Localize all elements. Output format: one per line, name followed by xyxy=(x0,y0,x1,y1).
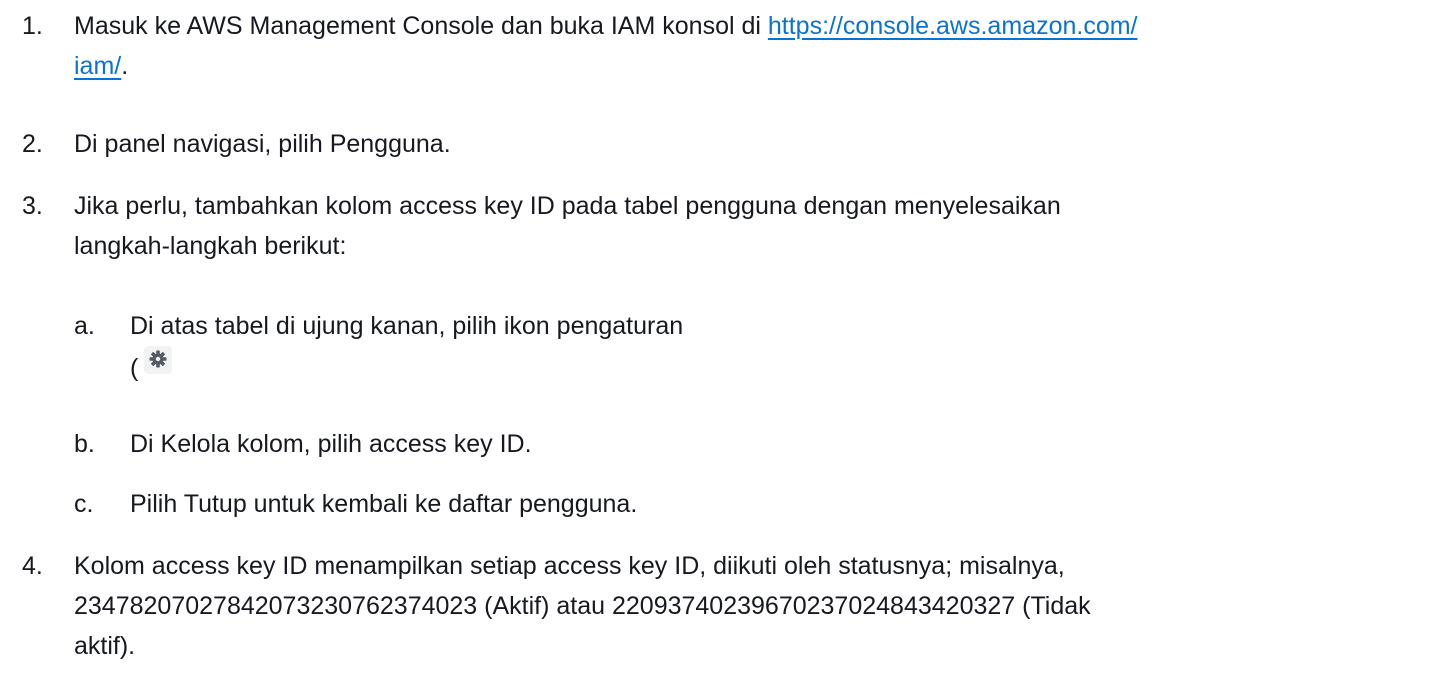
iam-console-link-part2[interactable]: iam/ xyxy=(74,52,121,80)
step-number: 2. xyxy=(22,130,43,158)
step-4-line-3: aktif). xyxy=(74,632,136,660)
substep-c-text: Pilih Tutup untuk kembali ke daftar peng… xyxy=(130,490,638,518)
step-3-line-1: Jika perlu, tambahkan kolom access key I… xyxy=(74,192,1061,220)
substep-label: b. xyxy=(74,430,95,458)
step-3-text: Jika perlu, tambahkan kolom access key I… xyxy=(74,186,1434,266)
substep-label: c. xyxy=(74,490,94,518)
step-number: 4. xyxy=(22,552,43,580)
iam-console-link-part1[interactable]: https://console.aws.amazon.com/ xyxy=(768,12,1138,40)
gear-icon xyxy=(142,346,174,378)
step-4-line-2: 23478207027842073230762374023 (Aktif) at… xyxy=(74,592,1091,620)
step-3-line-2: langkah-langkah berikut: xyxy=(74,232,347,260)
step-1-period: . xyxy=(121,52,129,80)
step-number: 3. xyxy=(22,192,43,220)
step-4-line-1: Kolom access key ID menampilkan setiap a… xyxy=(74,552,1065,580)
step-number: 1. xyxy=(22,12,43,40)
substep-a-text: Di atas tabel di ujung kanan, pilih ikon… xyxy=(130,306,1420,388)
open-paren: ( xyxy=(130,354,139,382)
step-2-text: Di panel navigasi, pilih Pengguna. xyxy=(74,130,451,158)
step-text: Masuk ke AWS Management Console dan buka… xyxy=(74,6,1434,86)
substep-a-line: Di atas tabel di ujung kanan, pilih ikon… xyxy=(130,312,684,340)
substep-b-text: Di Kelola kolom, pilih access key ID. xyxy=(130,430,532,458)
substep-label: a. xyxy=(74,312,95,340)
step-1-text: Masuk ke AWS Management Console dan buka… xyxy=(74,12,768,40)
step-4-text: Kolom access key ID menampilkan setiap a… xyxy=(74,546,1434,666)
